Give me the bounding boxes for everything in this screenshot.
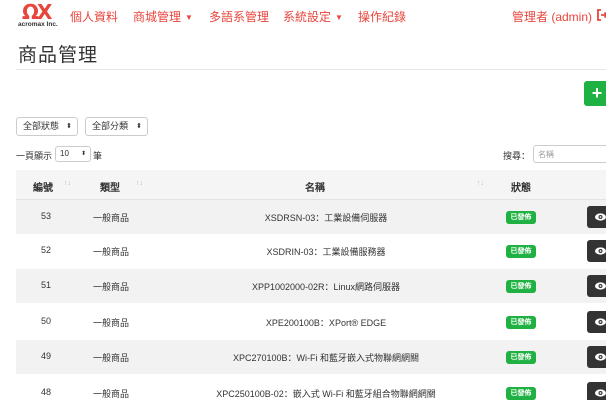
cell-num: 48	[40, 387, 51, 397]
category-filter-value: 全部分類	[92, 121, 129, 131]
status-badge: 已發佈	[506, 316, 536, 329]
nav-item-label: 系統設定	[283, 10, 332, 24]
logout-icon[interactable]	[596, 9, 606, 21]
top-navbar: ΩX acromax Inc. 個人資料 商城管理 ▼ 多語系管理 系統設定 ▼ 操…	[0, 0, 606, 32]
sort-icon: ↑↓	[477, 180, 484, 187]
select-arrows-icon: ⬍	[80, 151, 86, 157]
status-badge: 已發佈	[506, 245, 536, 258]
eye-icon	[595, 247, 606, 255]
nav-user-menu[interactable]: 管理者 (admin)	[512, 8, 592, 25]
page-length-select[interactable]: 10 ⬍	[55, 146, 91, 162]
brand-logo[interactable]: ΩX acromax Inc.	[18, 2, 58, 30]
cell-name: XPC270100B：Wi-Fi 和藍牙嵌入式物聯網網關	[232, 353, 420, 363]
cell-type: 一般商品	[92, 353, 129, 363]
table-row: 52 一般商品 XSDRIN-03：工業設備服務器 已發佈	[16, 234, 606, 268]
table-row: 48 一般商品 XPC250100B-02：嵌入式 Wi-Fi 和藍牙組合物聯網…	[16, 376, 606, 400]
nav-item-operation-log[interactable]: 操作紀錄	[358, 8, 406, 25]
view-button[interactable]	[587, 346, 606, 368]
search-label: 搜尋：	[503, 151, 531, 161]
cell-type: 一般商品	[92, 282, 129, 292]
page-title: 商品管理	[18, 44, 99, 66]
eye-icon	[595, 318, 606, 326]
status-filter-value: 全部狀態	[23, 121, 60, 131]
column-header-status[interactable]: 狀態	[511, 179, 531, 194]
table-header: 編號 ↑↓ 類型 ↑↓ 名稱 ↑↓ 狀態	[16, 170, 606, 200]
view-button[interactable]	[587, 206, 606, 228]
cell-num: 51	[40, 280, 51, 290]
cell-num: 49	[40, 351, 51, 361]
cell-name: XSDRSN-03：工業設備伺服器	[264, 213, 388, 223]
cell-type: 一般商品	[92, 247, 129, 257]
cell-type: 一般商品	[92, 389, 129, 399]
cell-num: 53	[40, 211, 51, 221]
table-row: 49 一般商品 XPC270100B：Wi-Fi 和藍牙嵌入式物聯網網關 已發佈	[16, 340, 606, 374]
title-divider	[16, 69, 606, 70]
nav-item-label: 個人資料	[70, 10, 119, 24]
cell-name: XPE200100B：XPort® EDGE	[265, 318, 387, 328]
view-button[interactable]	[587, 382, 606, 400]
status-badge: 已發佈	[506, 211, 536, 224]
search-input[interactable]	[533, 145, 606, 163]
logo-mark: ΩX	[22, 0, 52, 24]
nav-item-label: 操作紀錄	[358, 10, 407, 24]
column-header-name[interactable]: 名稱	[305, 179, 325, 194]
sort-icon: ↑↓	[136, 180, 143, 187]
eye-icon	[595, 282, 606, 290]
status-filter-select[interactable]: 全部狀態 ⬍	[16, 117, 78, 136]
caret-down-icon: ▼	[335, 13, 343, 22]
view-button[interactable]	[587, 311, 606, 333]
view-button[interactable]	[587, 275, 606, 297]
table-row: 51 一般商品 XPP1002000-02R：Linux網路伺服器 已發佈	[16, 269, 606, 303]
table-row: 53 一般商品 XSDRSN-03：工業設備伺服器 已發佈	[16, 200, 606, 234]
brand-name: acromax Inc.	[18, 21, 58, 28]
status-badge: 已發佈	[506, 387, 536, 400]
column-header-type[interactable]: 類型	[100, 179, 120, 194]
nav-item-system-settings[interactable]: 系統設定 ▼	[283, 8, 343, 25]
add-product-button[interactable]: +	[584, 81, 606, 106]
cell-type: 一般商品	[92, 318, 129, 328]
status-badge: 已發佈	[506, 351, 536, 364]
eye-icon	[595, 389, 606, 397]
select-arrows-icon: ⬍	[136, 123, 142, 130]
caret-down-icon: ▼	[185, 13, 193, 22]
page-length-unit: 筆	[93, 151, 103, 161]
cell-num: 50	[40, 316, 51, 326]
nav-item-profile[interactable]: 個人資料	[70, 8, 118, 25]
category-filter-select[interactable]: 全部分類 ⬍	[85, 117, 148, 136]
nav-item-store-management[interactable]: 商城管理 ▼	[133, 8, 193, 25]
cell-name: XPP1002000-02R：Linux網路伺服器	[251, 282, 401, 292]
cell-type: 一般商品	[92, 213, 129, 223]
column-header-num[interactable]: 編號	[33, 179, 53, 194]
nav-item-language-management[interactable]: 多語系管理	[209, 8, 269, 25]
cell-num: 52	[40, 245, 51, 255]
cell-name: XSDRIN-03：工業設備服務器	[266, 247, 386, 257]
page-length-label: 一頁顯示	[16, 151, 53, 161]
eye-icon	[595, 213, 606, 221]
nav-item-label: 多語系管理	[209, 10, 270, 24]
status-badge: 已發佈	[506, 280, 536, 293]
view-button[interactable]	[587, 240, 606, 262]
eye-icon	[595, 353, 606, 361]
page-length-value: 10	[60, 149, 69, 158]
sort-icon: ↑↓	[64, 180, 71, 187]
select-arrows-icon: ⬍	[66, 123, 72, 130]
cell-name: XPC250100B-02：嵌入式 Wi-Fi 和藍牙組合物聯網網關	[216, 389, 436, 399]
table-row: 50 一般商品 XPE200100B：XPort® EDGE 已發佈	[16, 305, 606, 339]
nav-item-label: 商城管理	[133, 10, 182, 24]
